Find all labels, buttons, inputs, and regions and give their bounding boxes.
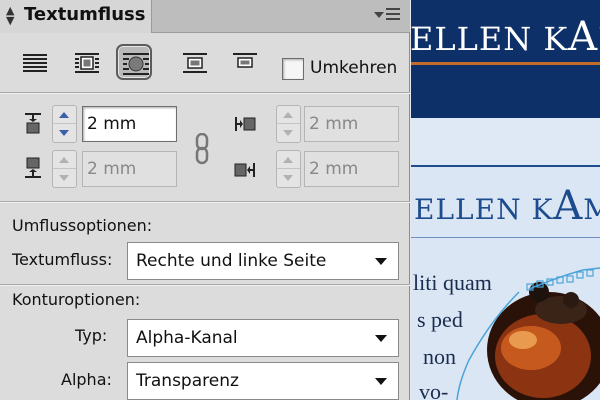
bottom-offset-increment[interactable]: [53, 151, 76, 169]
wrap-none-button[interactable]: [16, 44, 52, 80]
left-offset-input[interactable]: 2 mm: [304, 106, 399, 142]
left-offset-increment[interactable]: [277, 106, 300, 124]
alpha-select[interactable]: Transparenz: [127, 362, 399, 400]
wrap-next-column-button[interactable]: [226, 44, 262, 80]
top-offset-input[interactable]: 2 mm: [82, 106, 177, 142]
type-label: Typ:: [75, 326, 108, 345]
wrap-bounding-box-button[interactable]: [68, 44, 104, 80]
invert-checkbox[interactable]: [282, 58, 304, 80]
alpha-label: Alpha:: [61, 370, 112, 389]
text-wrap-contour[interactable]: [411, 0, 600, 400]
bounding-box-wrap-icon: [75, 53, 99, 73]
panel-tab[interactable]: ▲ ▼ Textumfluss: [0, 0, 152, 33]
left-offset-stepper[interactable]: [276, 105, 301, 143]
right-offset-decrement[interactable]: [277, 169, 300, 187]
contour-type-value: Alpha-Kanal: [136, 328, 238, 348]
alpha-value: Transparenz: [136, 371, 239, 391]
chevron-down-icon: [375, 258, 387, 265]
divider: [0, 284, 410, 285]
wrap-jump-object-button[interactable]: [176, 44, 212, 80]
top-offset-stepper[interactable]: [52, 105, 77, 143]
chain-link-icon[interactable]: [193, 133, 211, 165]
right-offset-increment[interactable]: [277, 151, 300, 169]
top-offset-icon: [25, 113, 41, 134]
invert-label: Umkehren: [310, 58, 398, 78]
wrap-to-value: Rechte und linke Seite: [136, 251, 327, 271]
wrap-to-select[interactable]: Rechte und linke Seite: [127, 242, 399, 280]
contour-type-select[interactable]: Alpha-Kanal: [127, 319, 399, 357]
panel-header: ▲ ▼ Textumfluss: [0, 0, 410, 33]
bottom-offset-input[interactable]: 2 mm: [82, 151, 177, 187]
divider: [0, 201, 410, 202]
wrap-options-heading: Umflussoptionen:: [12, 216, 153, 235]
jump-object-icon: [183, 53, 207, 73]
collapse-arrows-icon[interactable]: ▲ ▼: [6, 5, 14, 26]
right-offset-icon: [234, 163, 255, 177]
chevron-down-icon: [375, 335, 387, 342]
right-offset-input[interactable]: 2 mm: [304, 151, 399, 187]
chevron-down-icon: [375, 378, 387, 385]
right-offset-stepper[interactable]: [276, 150, 301, 188]
wrap-object-shape-button[interactable]: [116, 44, 152, 80]
top-offset-increment[interactable]: [53, 106, 76, 124]
next-column-icon: [233, 53, 257, 68]
contour-options-heading: Konturoptionen:: [12, 290, 141, 309]
panel-menu-icon[interactable]: [374, 6, 404, 26]
left-offset-icon: [235, 117, 256, 131]
bottom-offset-icon: [25, 157, 41, 178]
document-canvas[interactable]: ELLEN KAM ELLEN KAM liti quam s ped non …: [411, 0, 600, 400]
bottom-offset-stepper[interactable]: [52, 150, 77, 188]
left-offset-decrement[interactable]: [277, 124, 300, 142]
object-shape-wrap-icon: [123, 53, 149, 75]
no-wrap-icon: [23, 54, 47, 72]
bottom-offset-decrement[interactable]: [53, 169, 76, 187]
divider: [0, 92, 410, 93]
panel-title: Textumfluss: [24, 4, 146, 25]
top-offset-decrement[interactable]: [53, 124, 76, 142]
wrap-to-label: Textumfluss:: [12, 250, 113, 269]
text-wrap-panel: ▲ ▼ Textumfluss Umkehren 2 mm 2 mm 2 mm …: [0, 0, 410, 400]
